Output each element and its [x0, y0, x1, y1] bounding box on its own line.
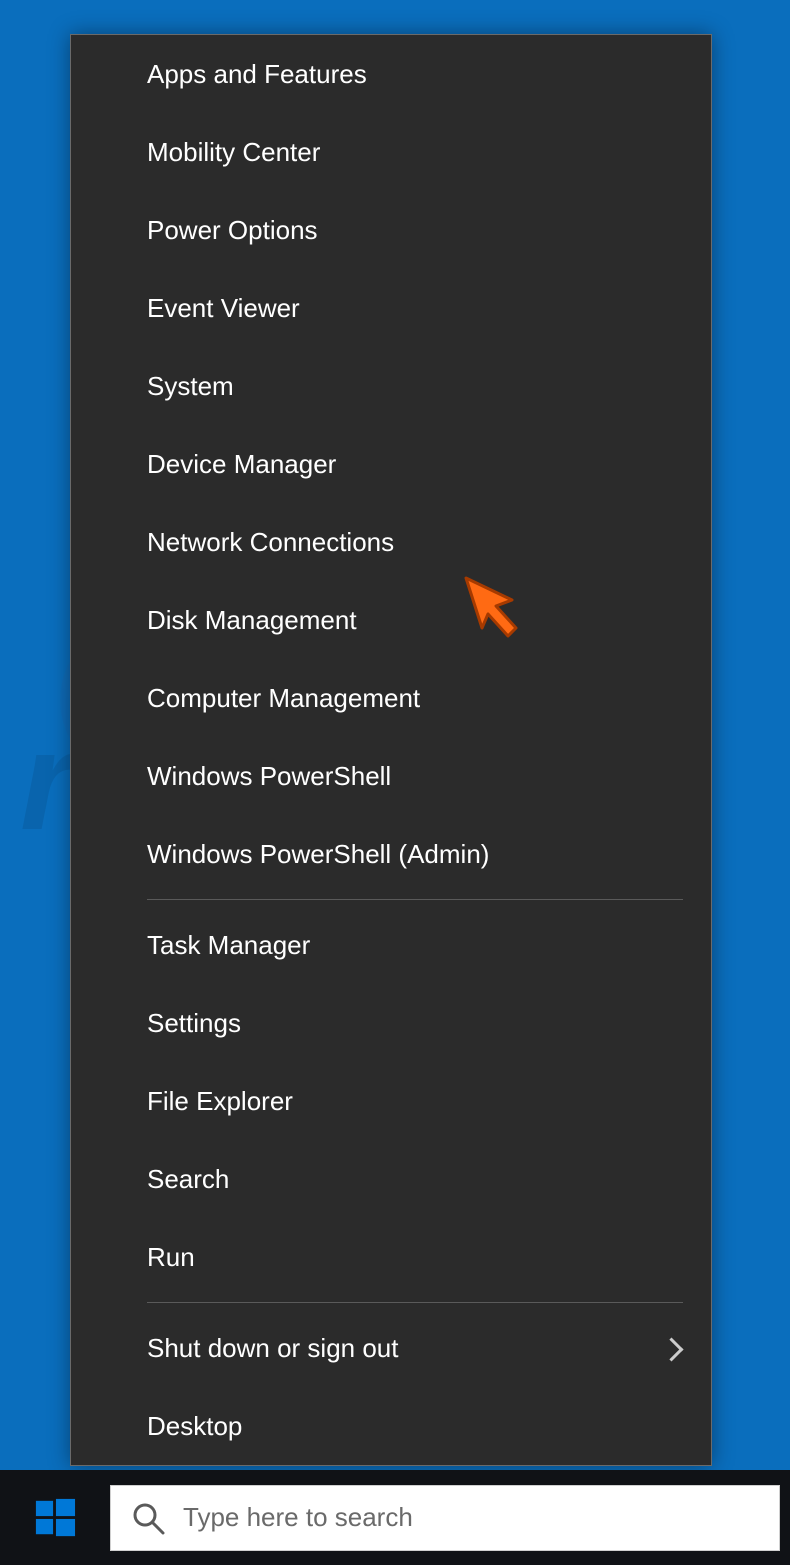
taskbar-search-box[interactable]: Type here to search — [110, 1485, 780, 1551]
menu-item-label: Task Manager — [147, 930, 310, 961]
menu-item-label: Shut down or sign out — [147, 1333, 399, 1364]
menu-item-run[interactable]: Run — [71, 1218, 711, 1296]
menu-item-device-manager[interactable]: Device Manager — [71, 425, 711, 503]
search-placeholder-text: Type here to search — [183, 1502, 413, 1533]
menu-item-disk-management[interactable]: Disk Management — [71, 581, 711, 659]
menu-item-apps-and-features[interactable]: Apps and Features — [71, 35, 711, 113]
windows-logo-icon — [34, 1497, 76, 1539]
power-user-menu: Apps and Features Mobility Center Power Op… — [70, 34, 712, 1466]
menu-item-label: Device Manager — [147, 449, 336, 480]
menu-item-network-connections[interactable]: Network Connections — [71, 503, 711, 581]
menu-item-label: Windows PowerShell (Admin) — [147, 839, 489, 870]
menu-item-mobility-center[interactable]: Mobility Center — [71, 113, 711, 191]
menu-item-file-explorer[interactable]: File Explorer — [71, 1062, 711, 1140]
menu-item-label: Computer Management — [147, 683, 420, 714]
menu-item-label: Search — [147, 1164, 229, 1195]
menu-item-label: Desktop — [147, 1411, 242, 1442]
taskbar: Type here to search — [0, 1470, 790, 1565]
menu-item-label: System — [147, 371, 234, 402]
menu-item-label: Event Viewer — [147, 293, 300, 324]
menu-item-search[interactable]: Search — [71, 1140, 711, 1218]
start-button[interactable] — [0, 1470, 110, 1565]
menu-item-settings[interactable]: Settings — [71, 984, 711, 1062]
menu-item-label: Run — [147, 1242, 195, 1273]
menu-item-label: Apps and Features — [147, 59, 367, 90]
menu-item-computer-management[interactable]: Computer Management — [71, 659, 711, 737]
menu-item-label: Windows PowerShell — [147, 761, 391, 792]
menu-item-shutdown-signout[interactable]: Shut down or sign out — [71, 1309, 711, 1387]
menu-item-windows-powershell-admin[interactable]: Windows PowerShell (Admin) — [71, 815, 711, 893]
desktop: risk.com Apps and FeaturesMobility Cente… — [0, 0, 790, 1565]
menu-item-system[interactable]: System — [71, 347, 711, 425]
menu-item-label: Settings — [147, 1008, 241, 1039]
chevron-right-icon — [663, 1333, 681, 1363]
search-icon — [131, 1501, 165, 1535]
menu-item-label: Power Options — [147, 215, 318, 246]
menu-item-event-viewer[interactable]: Event Viewer — [71, 269, 711, 347]
menu-item-task-manager[interactable]: Task Manager — [71, 906, 711, 984]
menu-item-label: Disk Management — [147, 605, 357, 636]
menu-item-desktop[interactable]: Desktop — [71, 1387, 711, 1465]
menu-item-power-options[interactable]: Power Options — [71, 191, 711, 269]
menu-item-label: Mobility Center — [147, 137, 320, 168]
menu-item-label: Network Connections — [147, 527, 394, 558]
menu-item-windows-powershell[interactable]: Windows PowerShell — [71, 737, 711, 815]
menu-item-label: File Explorer — [147, 1086, 293, 1117]
menu-separator — [147, 899, 683, 900]
menu-separator — [147, 1302, 683, 1303]
